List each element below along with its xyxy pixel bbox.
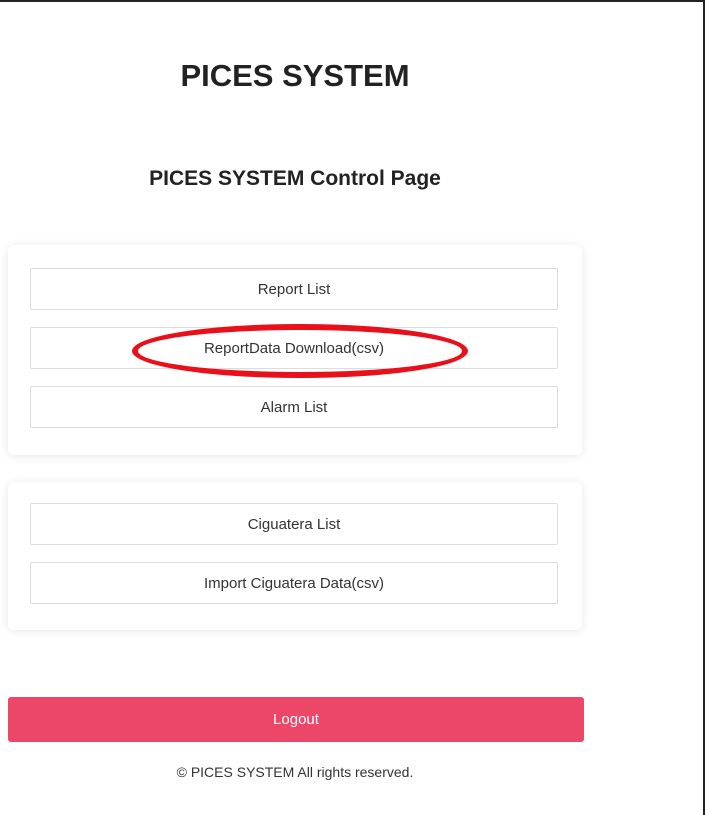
import-ciguatera-data-button[interactable]: Import Ciguatera Data(csv) (30, 562, 558, 604)
report-data-download-button[interactable]: ReportData Download(csv) (30, 327, 558, 369)
ciguatera-menu-card: Ciguatera List Import Ciguatera Data(csv… (8, 482, 582, 630)
report-list-button[interactable]: Report List (30, 268, 558, 310)
alarm-list-button[interactable]: Alarm List (30, 386, 558, 428)
logout-button[interactable]: Logout (8, 697, 584, 742)
footer-copyright: © PICES SYSTEM All rights reserved. (176, 764, 414, 780)
report-menu-card: Report List ReportData Download(csv) Ala… (8, 245, 582, 455)
app-title: PICES SYSTEM (180, 58, 410, 93)
frame-top-border (0, 0, 705, 2)
page-subtitle: PICES SYSTEM Control Page (149, 167, 441, 190)
ciguatera-list-button[interactable]: Ciguatera List (30, 503, 558, 545)
